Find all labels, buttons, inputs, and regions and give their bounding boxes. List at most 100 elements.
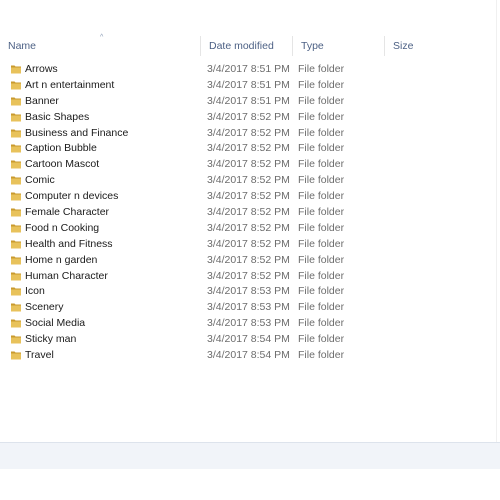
file-type: File folder	[298, 174, 345, 187]
file-list-row[interactable]: Female Character 3/4/2017 8:52 PM File fol…	[0, 205, 500, 221]
file-date-modified: 3/4/2017 8:52 PM	[207, 174, 290, 187]
file-type: File folder	[298, 285, 345, 298]
file-date-modified: 3/4/2017 8:53 PM	[207, 285, 290, 298]
file-list-row[interactable]: Art n entertainment 3/4/2017 8:51 PM File …	[0, 78, 500, 94]
file-list-row[interactable]: Caption Bubble 3/4/2017 8:52 PM File folde…	[0, 141, 500, 157]
file-date-modified: 3/4/2017 8:52 PM	[207, 190, 290, 203]
column-header-date-modified[interactable]: Date modified	[201, 36, 293, 56]
file-type: File folder	[298, 142, 345, 155]
file-type: File folder	[298, 317, 345, 330]
file-list-row[interactable]: Banner 3/4/2017 8:51 PM File folder	[0, 94, 500, 110]
file-date-modified: 3/4/2017 8:52 PM	[207, 221, 290, 234]
file-date-modified: 3/4/2017 8:54 PM	[207, 349, 290, 362]
file-list-row[interactable]: Basic Shapes 3/4/2017 8:52 PM File folder	[0, 110, 500, 126]
file-list-row[interactable]: Comic 3/4/2017 8:52 PM File folder	[0, 173, 500, 189]
folder-icon	[10, 190, 22, 202]
file-name: Business and Finance	[25, 126, 129, 139]
file-name: Scenery	[25, 301, 64, 314]
file-name: Caption Bubble	[25, 142, 97, 155]
folder-icon	[10, 142, 22, 154]
file-list-row[interactable]: Sticky man 3/4/2017 8:54 PM File folder	[0, 332, 500, 348]
file-list-row[interactable]: Home n garden 3/4/2017 8:52 PM File folder	[0, 253, 500, 269]
folder-icon	[10, 206, 22, 218]
file-list-row[interactable]: Human Character 3/4/2017 8:52 PM File fold…	[0, 269, 500, 285]
file-type: File folder	[298, 221, 345, 234]
file-name: Basic Shapes	[25, 110, 90, 123]
file-list-row[interactable]: Business and Finance 3/4/2017 8:52 PM File…	[0, 126, 500, 142]
file-name: Comic	[25, 174, 55, 187]
file-date-modified: 3/4/2017 8:52 PM	[207, 237, 290, 250]
file-name: Social Media	[25, 317, 86, 330]
file-date-modified: 3/4/2017 8:52 PM	[207, 158, 290, 171]
folder-icon	[10, 127, 22, 139]
file-list-row[interactable]: Cartoon Mascot 3/4/2017 8:52 PM File folde…	[0, 157, 500, 173]
folder-icon	[10, 111, 22, 123]
file-type: File folder	[298, 94, 345, 107]
file-date-modified: 3/4/2017 8:52 PM	[207, 269, 290, 282]
file-type: File folder	[298, 110, 345, 123]
column-header-name[interactable]: Name ^	[0, 34, 201, 56]
file-name: Health and Fitness	[25, 237, 113, 250]
file-name: Banner	[25, 94, 59, 107]
file-type: File folder	[298, 190, 345, 203]
file-name: Computer n devices	[25, 190, 119, 203]
file-type: File folder	[298, 301, 345, 314]
column-header-size-label: Size	[393, 40, 414, 52]
folder-icon	[10, 63, 22, 75]
file-name: Home n garden	[25, 253, 98, 266]
folder-icon	[10, 301, 22, 313]
file-type: File folder	[298, 206, 345, 219]
column-header-size[interactable]: Size	[385, 36, 500, 56]
file-name: Food n Cooking	[25, 221, 100, 234]
file-name: Art n entertainment	[25, 78, 115, 91]
column-header-date-label: Date modified	[209, 40, 274, 52]
file-explorer-window: Name ^ Date modified Type Size Arrows 3/4…	[0, 0, 500, 500]
column-header-name-label: Name	[8, 40, 37, 52]
folder-icon	[10, 79, 22, 91]
file-name: Arrows	[25, 63, 58, 75]
folder-icon	[10, 238, 22, 250]
file-type: File folder	[298, 333, 345, 346]
folder-icon	[10, 95, 22, 107]
file-type: File folder	[298, 126, 345, 139]
file-date-modified: 3/4/2017 8:51 PM	[207, 94, 290, 107]
folder-icon	[10, 158, 22, 170]
folder-icon	[10, 285, 22, 297]
file-list-row[interactable]: Scenery 3/4/2017 8:53 PM File folder	[0, 300, 500, 316]
column-header-type-label: Type	[301, 40, 324, 52]
file-name: Icon	[25, 285, 45, 298]
sort-ascending-icon: ^	[100, 34, 104, 41]
file-date-modified: 3/4/2017 8:52 PM	[207, 142, 290, 155]
file-date-modified: 3/4/2017 8:51 PM	[207, 78, 290, 91]
file-list-row[interactable]: Computer n devices 3/4/2017 8:52 PM File f…	[0, 189, 500, 205]
file-name: Sticky man	[25, 333, 77, 346]
file-date-modified: 3/4/2017 8:52 PM	[207, 253, 290, 266]
file-date-modified: 3/4/2017 8:52 PM	[207, 110, 290, 123]
column-header-row: Name ^ Date modified Type Size	[0, 34, 500, 56]
file-date-modified: 3/4/2017 8:52 PM	[207, 206, 290, 219]
file-type: File folder	[298, 237, 345, 250]
folder-icon	[10, 270, 22, 282]
column-header-type[interactable]: Type	[293, 36, 385, 56]
folder-icon	[10, 222, 22, 234]
file-list-row[interactable]: Icon 3/4/2017 8:53 PM File folder	[0, 284, 500, 300]
folder-icon	[10, 349, 22, 361]
file-list-row[interactable]: Health and Fitness 3/4/2017 8:52 PM File f…	[0, 237, 500, 253]
file-list-row[interactable]: Social Media 3/4/2017 8:53 PM File folder	[0, 316, 500, 332]
folder-icon	[10, 333, 22, 345]
status-bar	[0, 442, 500, 469]
file-date-modified: 3/4/2017 8:53 PM	[207, 317, 290, 330]
file-type: File folder	[298, 269, 345, 282]
file-type: File folder	[298, 158, 345, 171]
pane-divider	[496, 0, 497, 442]
file-name: Female Character	[25, 206, 110, 219]
file-list-row[interactable]: Arrows 3/4/2017 8:51 PM File folder	[0, 62, 500, 78]
file-type: File folder	[298, 349, 345, 362]
folder-icon	[10, 174, 22, 186]
file-date-modified: 3/4/2017 8:54 PM	[207, 333, 290, 346]
file-list-row[interactable]: Travel 3/4/2017 8:54 PM File folder	[0, 348, 500, 364]
file-name: Human Character	[25, 269, 108, 282]
file-name: Cartoon Mascot	[25, 158, 100, 171]
folder-icon	[10, 254, 22, 266]
file-list-row[interactable]: Food n Cooking 3/4/2017 8:52 PM File folde…	[0, 221, 500, 237]
